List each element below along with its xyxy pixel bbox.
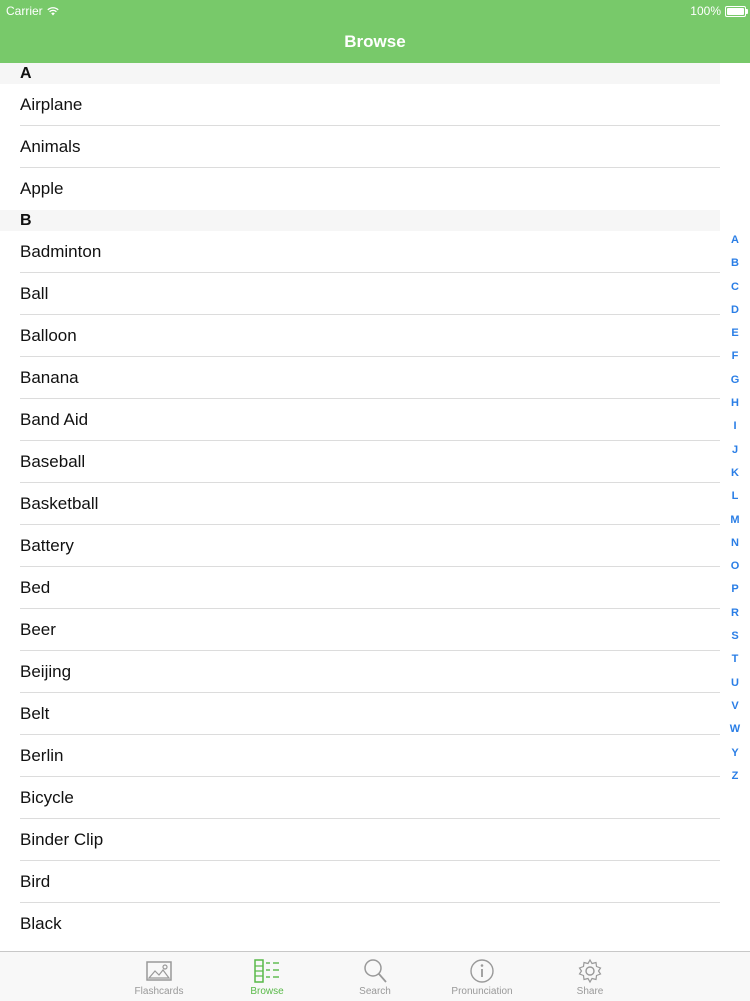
index-letter-g[interactable]: G [731,372,740,395]
carrier-indicator: Carrier [6,4,59,18]
list-item[interactable]: Banana [0,357,720,399]
tab-flashcards[interactable]: Flashcards [114,952,204,1001]
index-letter-c[interactable]: C [731,279,739,302]
image-icon [146,961,172,981]
tab-share[interactable]: Share [545,952,635,1001]
battery-icon [725,5,748,17]
index-letter-d[interactable]: D [731,302,739,325]
tab-label: Flashcards [134,986,184,997]
wifi-icon [47,6,59,15]
index-letter-o[interactable]: O [731,558,740,581]
tab-label: Search [359,986,391,997]
tab-browse[interactable]: Browse [222,952,312,1001]
tab-bar: Flashcards Browse Search Pronunciation S… [0,951,750,1001]
list-item[interactable]: Balloon [0,315,720,357]
index-letter-y[interactable]: Y [731,745,738,768]
list-item[interactable]: Bird [0,861,720,903]
index-letter-i[interactable]: I [733,418,736,441]
info-icon [470,959,494,983]
tab-pronunciation[interactable]: Pronunciation [437,952,527,1001]
list-item[interactable]: Belt [0,693,720,735]
list-item[interactable]: Bicycle [0,777,720,819]
list-item[interactable]: Black [0,903,720,945]
list-item[interactable]: Battery [0,525,720,567]
list-item[interactable]: Binder Clip [0,819,720,861]
index-letter-k[interactable]: K [731,465,739,488]
gear-icon [578,958,602,984]
navigation-bar: Carrier 100% Browse [0,0,750,63]
section-index[interactable]: ABCDEFGHIJKLMNOPRSTUVWYZ [728,232,742,791]
page-title: Browse [344,32,406,51]
battery-percent: 100% [690,4,721,18]
index-letter-r[interactable]: R [731,605,739,628]
index-letter-t[interactable]: T [732,651,739,674]
tab-label: Browse [250,986,284,997]
list-item[interactable]: Beijing [0,651,720,693]
index-letter-z[interactable]: Z [732,768,739,791]
tab-label: Pronunciation [451,986,513,997]
index-letter-p[interactable]: P [731,581,738,604]
index-letter-b[interactable]: B [731,255,739,278]
index-letter-f[interactable]: F [732,348,739,371]
list-item[interactable]: Animals [0,126,720,168]
list-item[interactable]: Ball [0,273,720,315]
index-letter-v[interactable]: V [731,698,738,721]
list-item[interactable]: Beer [0,609,720,651]
list-item[interactable]: Bed [0,567,720,609]
list-item[interactable]: Airplane [0,84,720,126]
index-letter-m[interactable]: M [730,512,739,535]
index-letter-j[interactable]: J [732,442,738,465]
list-item[interactable]: Berlin [0,735,720,777]
list-item[interactable]: Basketball [0,483,720,525]
tab-search[interactable]: Search [330,952,420,1001]
index-letter-w[interactable]: W [730,721,740,744]
list-icon [254,959,279,983]
index-letter-h[interactable]: H [731,395,739,418]
index-letter-a[interactable]: A [731,232,739,255]
index-letter-s[interactable]: S [731,628,738,651]
list-item[interactable]: Badminton [0,231,720,273]
list-item[interactable]: Apple [0,168,720,210]
tab-label: Share [576,986,604,997]
index-letter-e[interactable]: E [731,325,738,348]
list-item[interactable]: Band Aid [0,399,720,441]
carrier-label: Carrier [6,4,43,18]
search-icon [364,959,387,983]
section-header-a: A [0,63,720,84]
status-bar: Carrier 100% [0,0,750,22]
browse-list[interactable]: A Airplane Animals Apple B Badminton Ball Ballo… [0,63,750,951]
index-letter-l[interactable]: L [732,488,739,511]
index-letter-u[interactable]: U [731,675,739,698]
list-item[interactable]: Baseball [0,441,720,483]
battery-indicator: 100% [690,4,748,18]
index-letter-n[interactable]: N [731,535,739,558]
section-header-b: B [0,210,720,231]
